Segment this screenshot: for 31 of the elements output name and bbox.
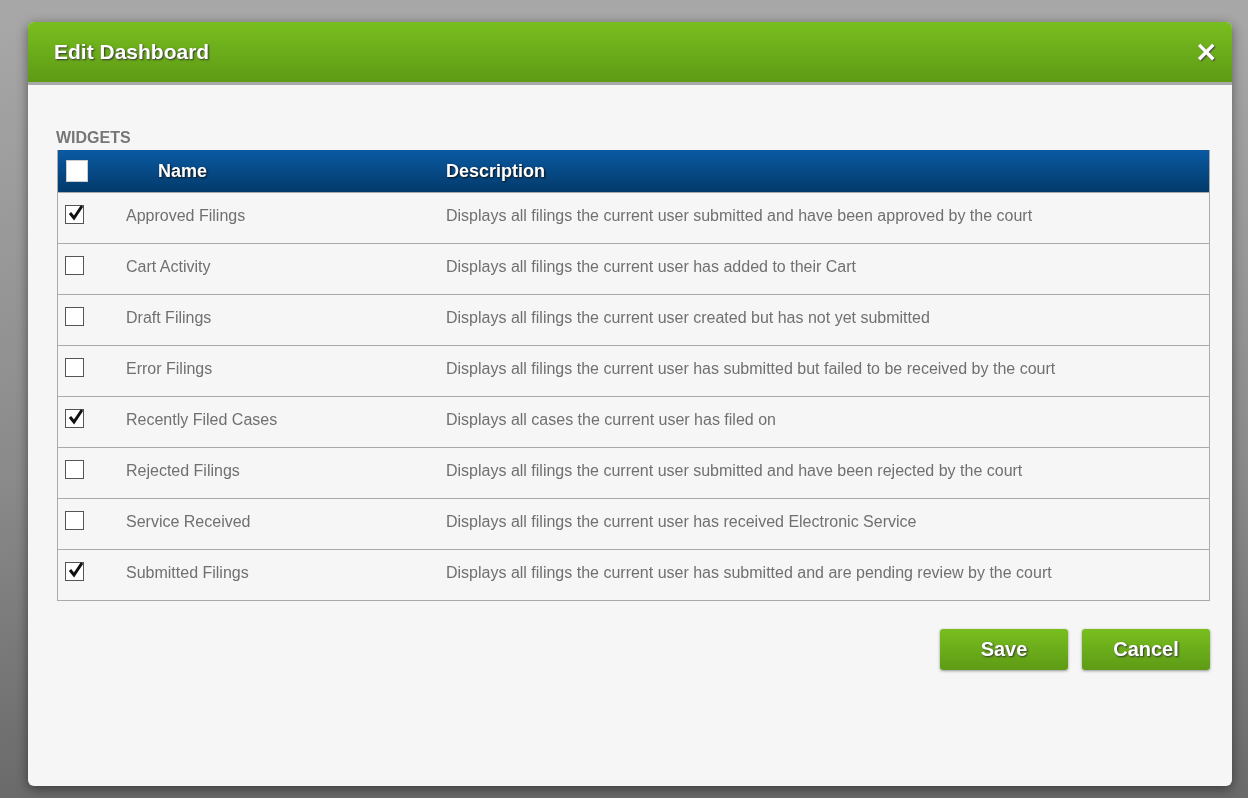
column-header: Description [446,160,547,182]
table-cell-text: Displays all filings the current user has added to their Cart [446,257,857,277]
table-cell-text: Displays all cases the current user has filed on [446,410,777,430]
table-cell-text: Service Received [126,512,252,532]
checkbox[interactable] [65,562,84,581]
table-cell-text: Rejected Filings [126,461,241,481]
checkbox[interactable] [65,358,84,377]
table-cell-text: Cart Activity [126,257,212,277]
checkbox[interactable] [65,307,84,326]
checkbox[interactable] [65,256,84,275]
checkbox[interactable] [65,511,84,530]
checkbox[interactable] [65,409,84,428]
table-cell-text: Displays all filings the current user submitted and have been rejected by the court [446,461,1024,481]
close-button[interactable]: × [1194,38,1218,66]
table-cell-text: Approved Filings [126,206,247,226]
table-cell-text: Displays all filings the current user created but has not yet submitted [446,308,931,328]
table-cell-text: Submitted Filings [126,563,250,583]
checkbox[interactable] [65,205,84,224]
table-cell-text: Error Filings [126,359,214,379]
dialog-title: Edit Dashboard [54,40,210,64]
table-cell-text: Displays all filings the current user has received Electronic Service [446,512,918,532]
column-header: Name [157,160,209,182]
section-label: WIDGETS [56,128,132,148]
save-button[interactable]: Save [940,629,1068,670]
checkbox[interactable] [65,460,84,479]
table-cell-text: Recently Filed Cases [126,410,279,430]
table-cell-text: Displays all filings the current user has submitted but failed to be received by the court [446,359,1057,379]
cancel-button[interactable]: Cancel [1082,629,1210,670]
table-cell-text: Displays all filings the current user has submitted and are pending review by the court [446,563,1053,583]
table-cell-text: Displays all filings the current user submitted and have been approved by the court [446,206,1034,226]
table-cell-text: Draft Filings [126,308,213,328]
